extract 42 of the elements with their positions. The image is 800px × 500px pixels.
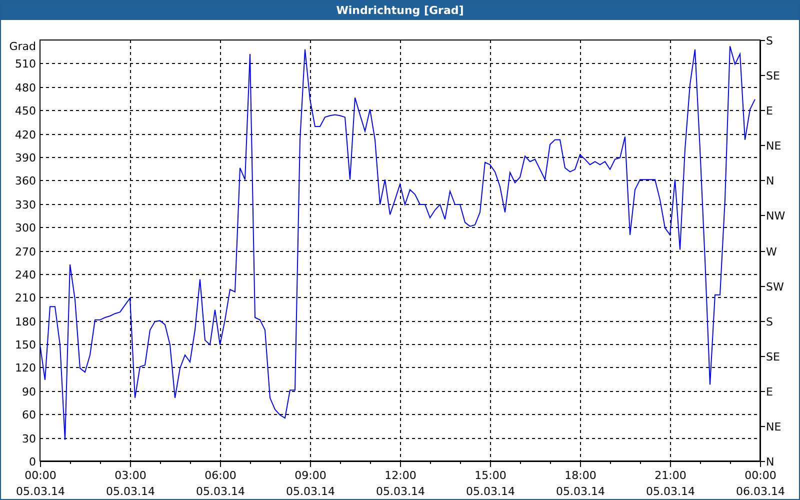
axis-label: SE: [766, 70, 780, 82]
axis-label: W: [766, 246, 777, 258]
axis-label: SE: [766, 350, 780, 364]
axis-label: 180: [15, 316, 36, 328]
axis-label: 15:00 05.03.14: [466, 469, 515, 498]
axis-label: N: [766, 456, 774, 468]
axis-label: 300: [15, 222, 36, 234]
axis-label: 390: [15, 152, 36, 164]
axis-label: N: [766, 174, 774, 188]
axis-label: 18:00 05.03.14: [556, 469, 605, 498]
axis-label: 210: [15, 292, 36, 304]
axis-title: Grad: [9, 40, 36, 53]
axis-label: 00:00 05.03.14: [16, 469, 65, 498]
axis-label: 90: [22, 386, 36, 398]
axis-label: 450: [15, 104, 36, 118]
axis-label: 120: [15, 362, 36, 374]
axis-label: 360: [15, 174, 36, 188]
axis-label: NE: [766, 140, 782, 152]
axis-label: 510: [15, 58, 36, 70]
axis-label: S: [766, 34, 773, 48]
axis-label: 150: [15, 338, 36, 352]
axis-label: NE: [766, 420, 782, 434]
axis-label: 480: [15, 82, 36, 94]
axis-label: 21:00 05.03.14: [646, 469, 695, 498]
axis-label: S: [766, 316, 773, 328]
axis-label: 12:00 05.03.14: [376, 469, 425, 498]
axis-label: 330: [15, 198, 36, 212]
axis-label: 60: [22, 408, 36, 422]
axis-label: 270: [15, 246, 36, 258]
axis-label: 420: [15, 128, 36, 142]
axis-label: 06:00 05.03.14: [196, 469, 245, 498]
axis-label: NW: [766, 210, 786, 222]
window-title: Windrichtung [Grad]: [336, 4, 464, 17]
axis-label: 03:00 05.03.14: [106, 469, 155, 498]
axis-label: E: [766, 104, 773, 118]
axis-label: 30: [22, 432, 36, 446]
axis-label: E: [766, 386, 773, 398]
axis-label: 240: [15, 268, 36, 282]
axis-label: 09:00 05.03.14: [286, 469, 335, 498]
axis-label: SW: [766, 280, 784, 294]
axis-label: 0: [29, 456, 36, 468]
axis-label: 00:00 06.03.14: [736, 469, 785, 498]
